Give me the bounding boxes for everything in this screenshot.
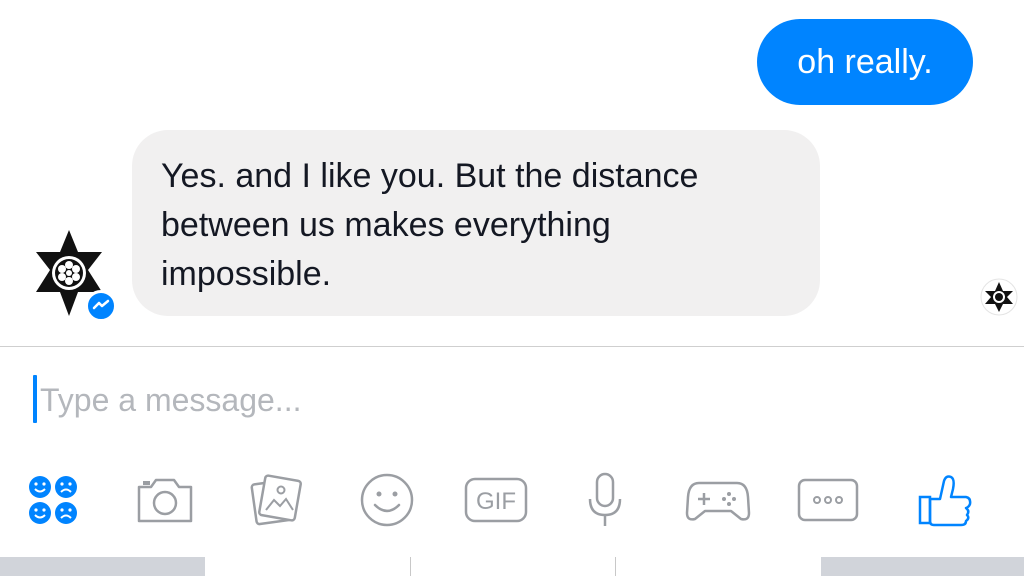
camera-icon[interactable] [127, 462, 203, 538]
microphone-icon[interactable] [567, 462, 643, 538]
incoming-message-line: between us makes everything [161, 206, 611, 244]
gif-button[interactable]: GIF [458, 462, 534, 538]
game-controller-icon[interactable] [680, 462, 756, 538]
emoji-icon[interactable] [349, 462, 425, 538]
stickers-icon[interactable] [15, 462, 91, 538]
outgoing-message-bubble[interactable]: oh really. [757, 19, 973, 105]
incoming-message-line: impossible. [161, 255, 332, 293]
keyboard-top-strip [0, 557, 1024, 576]
message-composer [0, 347, 1024, 437]
gif-label: GIF [476, 488, 516, 515]
composer-toolbar: GIF [0, 462, 1024, 538]
text-cursor [33, 375, 37, 423]
more-icon[interactable] [790, 462, 866, 538]
message-input[interactable] [40, 377, 940, 423]
messenger-badge-icon [85, 290, 117, 322]
incoming-message-line: Yes. and I like you. But the distance [161, 157, 699, 195]
photos-icon[interactable] [238, 462, 314, 538]
keyboard-key-segment [616, 557, 820, 576]
keyboard-key-segment [411, 557, 615, 576]
incoming-message-row: Yes. and I like you. But the distance be… [0, 130, 1024, 320]
incoming-message-bubble[interactable]: Yes. and I like you. But the distance be… [132, 130, 820, 316]
keyboard-key-segment [0, 557, 205, 576]
read-receipt-avatar [980, 278, 1018, 316]
keyboard-key-segment [821, 557, 1024, 576]
thumbs-up-icon[interactable] [907, 462, 983, 538]
keyboard-key-segment [206, 557, 410, 576]
